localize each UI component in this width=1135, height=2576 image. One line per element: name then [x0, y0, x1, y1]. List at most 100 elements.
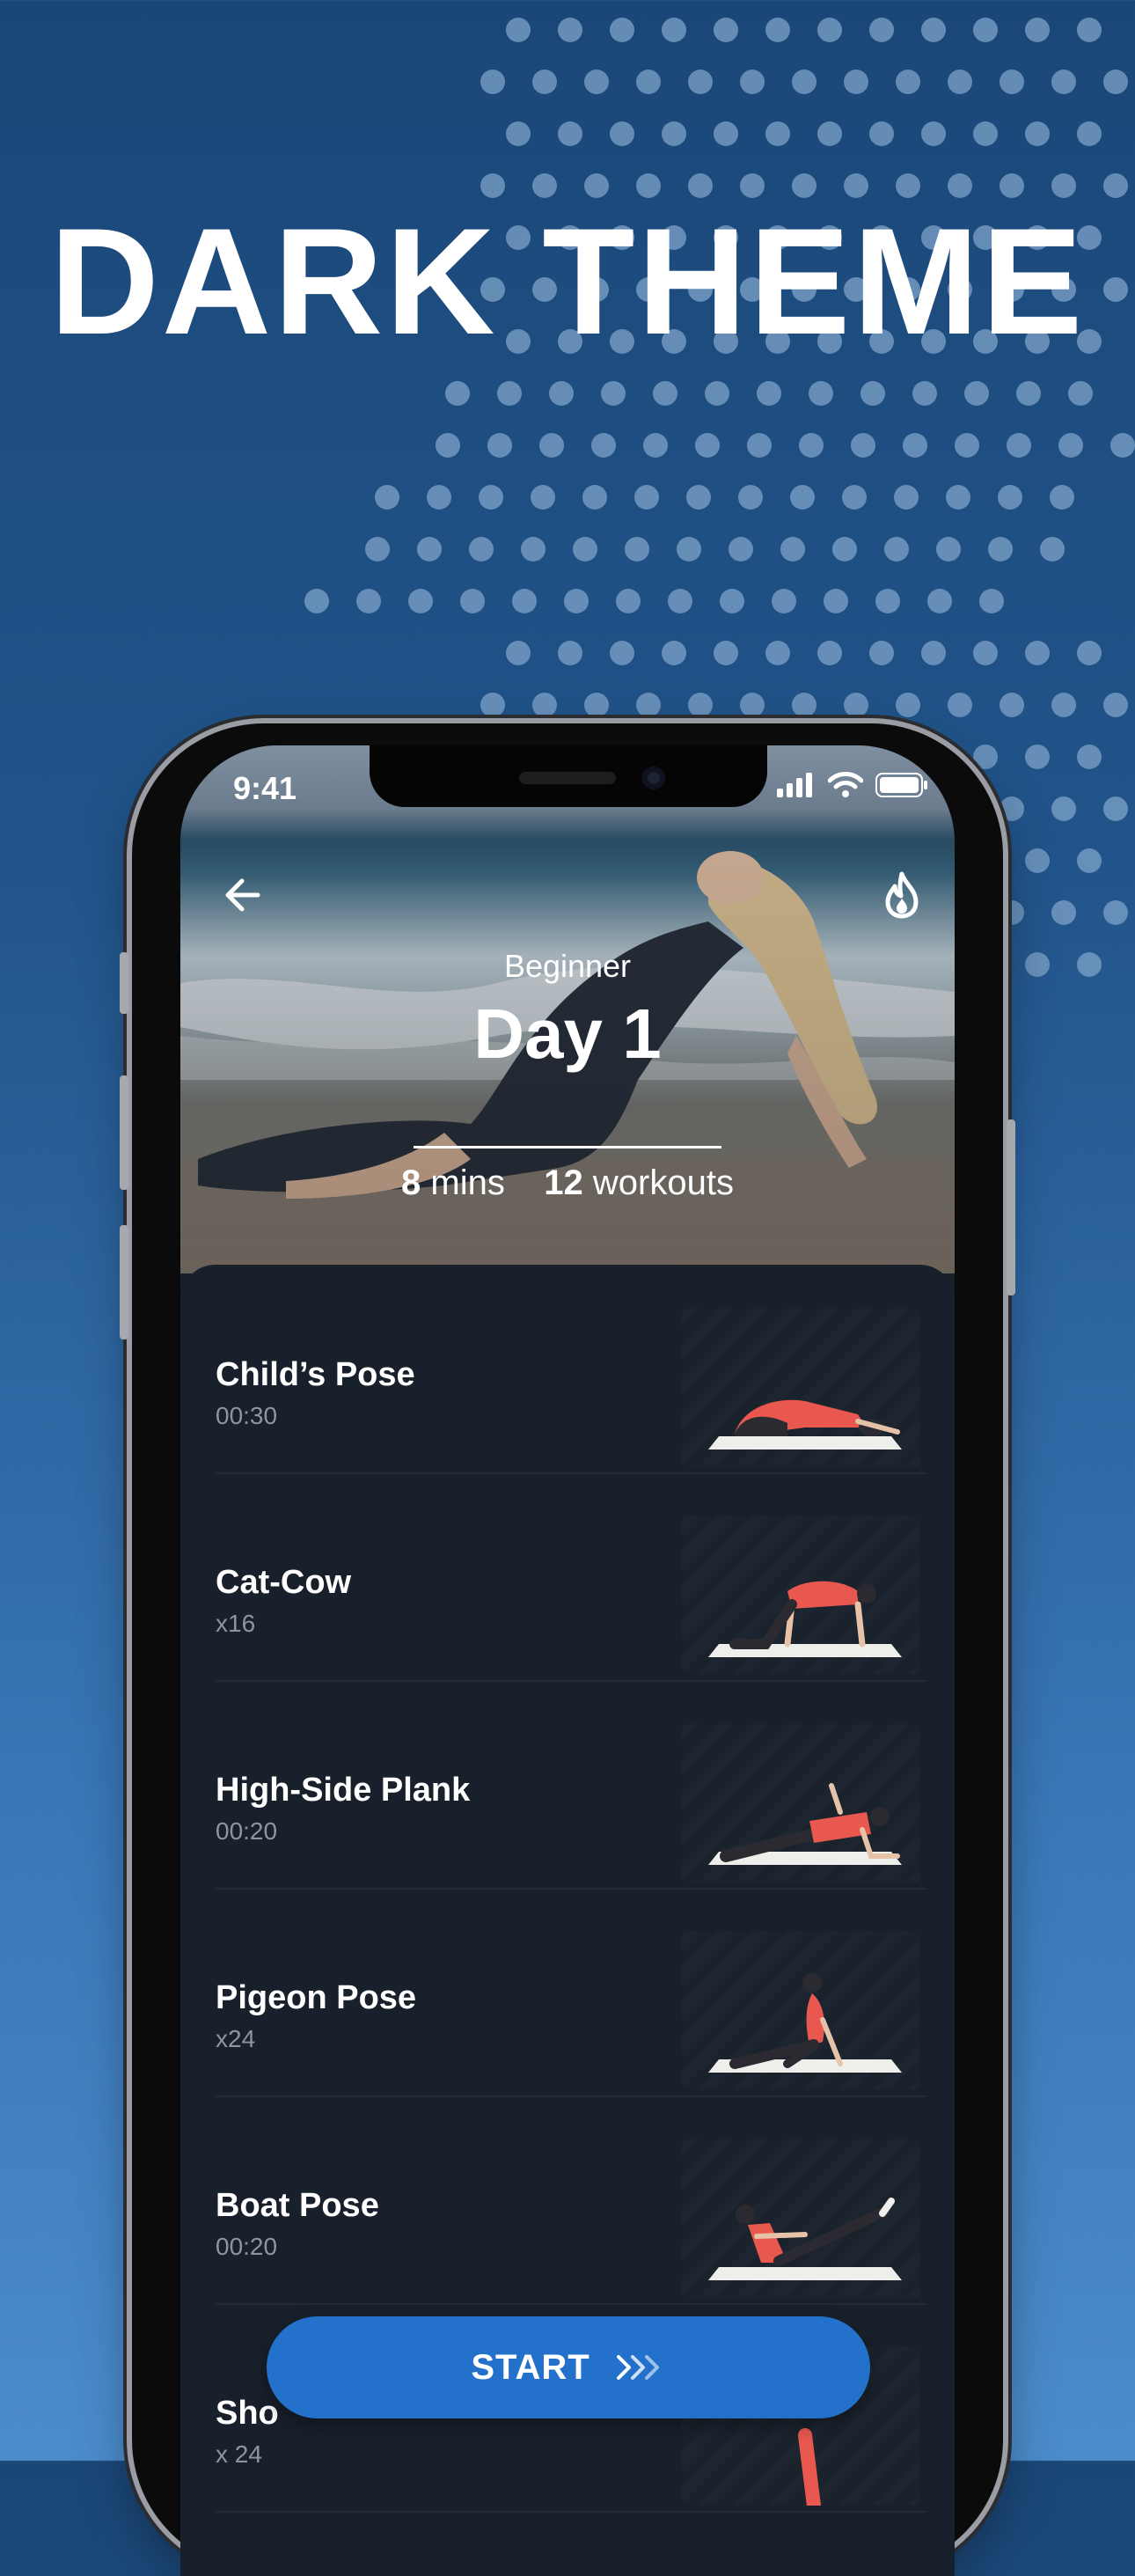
- exercise-thumbnail: [682, 1516, 919, 1675]
- decorative-dot: [927, 589, 952, 613]
- decorative-dot: [625, 537, 649, 561]
- decorative-dot: [497, 381, 522, 406]
- decorative-dot: [998, 485, 1022, 510]
- decorative-dot: [636, 693, 661, 717]
- exercise-name: Pigeon Pose: [216, 1979, 417, 2016]
- exercise-detail: x16: [216, 1610, 256, 1637]
- decorative-dot: [765, 121, 790, 146]
- decorative-dot: [792, 693, 816, 717]
- decorative-dot: [1025, 848, 1050, 873]
- decorative-dot: [436, 433, 460, 458]
- workouts-value: 12: [544, 1163, 583, 1202]
- workouts-unit: workouts: [592, 1163, 734, 1202]
- decorative-dot: [1000, 900, 1024, 925]
- exercise-name: Boat Pose: [216, 2187, 379, 2224]
- decorative-dot: [757, 381, 781, 406]
- decorative-dot: [988, 537, 1013, 561]
- decorative-dot: [869, 641, 894, 665]
- decorative-dot: [780, 537, 805, 561]
- volume-up-button: [120, 1075, 128, 1190]
- high-side-plank-illustration: [708, 1783, 902, 1865]
- decorative-dot: [765, 18, 790, 42]
- decorative-dot: [817, 641, 842, 665]
- decorative-dot: [1025, 745, 1050, 769]
- decorative-dot: [1077, 18, 1102, 42]
- decorative-dot: [356, 589, 381, 613]
- decorative-dot: [946, 485, 970, 510]
- decorative-dot: [616, 589, 641, 613]
- exercise-row-cat-cow[interactable]: Cat-Cow x16: [216, 1472, 926, 1682]
- decorative-dot: [799, 433, 824, 458]
- camera-notch: [370, 745, 767, 807]
- decorative-dot: [531, 485, 555, 510]
- decorative-dot: [636, 70, 661, 94]
- promo-headline: DARK THEME: [49, 197, 1086, 366]
- decorative-dot: [408, 589, 433, 613]
- decorative-dot: [564, 589, 589, 613]
- back-button[interactable]: [216, 869, 268, 921]
- decorative-dot: [875, 589, 900, 613]
- exercise-row-pigeon-pose[interactable]: Pigeon Pose x24: [216, 1888, 926, 2097]
- decorative-dot: [549, 381, 574, 406]
- decorative-dot: [662, 121, 686, 146]
- wifi-icon: [828, 772, 863, 797]
- decorative-dot: [558, 641, 582, 665]
- decorative-dot: [921, 641, 946, 665]
- decorative-dot: [1103, 693, 1128, 717]
- header-divider: [414, 1146, 721, 1149]
- decorative-dot: [1051, 796, 1076, 821]
- decorative-dot: [765, 641, 790, 665]
- decorative-dot: [1051, 693, 1076, 717]
- status-time: 9:41: [233, 770, 297, 806]
- decorative-dot: [610, 641, 634, 665]
- decorative-dot: [1025, 641, 1050, 665]
- exercise-name: High-Side Plank: [216, 1772, 471, 1809]
- streak-button[interactable]: [875, 869, 928, 921]
- decorative-dot: [824, 589, 848, 613]
- decorative-dot: [772, 589, 796, 613]
- decorative-dot: [512, 589, 537, 613]
- exercise-row-childs-pose[interactable]: Child’s Pose 00:30: [216, 1265, 926, 1474]
- chevrons-right-icon: [616, 2355, 659, 2380]
- decorative-dot: [532, 693, 557, 717]
- arrow-left-icon: [225, 878, 260, 912]
- signal-icon: [777, 773, 812, 797]
- decorative-dot: [643, 433, 668, 458]
- exercise-row-high-side-plank[interactable]: High-Side Plank 00:20: [216, 1680, 926, 1890]
- decorative-dot: [688, 693, 713, 717]
- decorative-dot: [365, 537, 390, 561]
- decorative-dot: [1077, 848, 1102, 873]
- status-icons: [777, 772, 928, 798]
- decorative-dot: [921, 18, 946, 42]
- decorative-dot: [738, 485, 763, 510]
- exercise-row-boat-pose[interactable]: Boat Pose 00:20: [216, 2095, 926, 2305]
- decorative-dot: [662, 641, 686, 665]
- decorative-dot: [714, 121, 738, 146]
- app-screen: 9:41 Beginner Day 1 8 mins 12 workouts C…: [180, 745, 955, 2576]
- decorative-dot: [1103, 70, 1128, 94]
- decorative-dot: [460, 589, 485, 613]
- decorative-dot: [427, 485, 451, 510]
- exercise-thumbnail: [682, 2139, 919, 2298]
- decorative-dot: [1077, 121, 1102, 146]
- decorative-dot: [610, 18, 634, 42]
- decorative-dot: [558, 18, 582, 42]
- decorative-dot: [653, 381, 677, 406]
- decorative-dot: [445, 381, 470, 406]
- decorative-dot: [469, 537, 494, 561]
- decorative-dot: [809, 381, 833, 406]
- decorative-dot: [688, 70, 713, 94]
- decorative-dot: [936, 537, 961, 561]
- decorative-dot: [714, 18, 738, 42]
- speaker-grille: [519, 772, 616, 784]
- decorative-dot: [894, 485, 919, 510]
- decorative-dot: [912, 381, 937, 406]
- decorative-dot: [1025, 121, 1050, 146]
- start-button[interactable]: START: [267, 2316, 870, 2418]
- decorative-dot: [948, 693, 972, 717]
- decorative-dot: [487, 433, 512, 458]
- decorative-dot: [729, 537, 753, 561]
- duration-unit: mins: [430, 1163, 505, 1202]
- decorative-dot: [1103, 796, 1128, 821]
- decorative-dot: [714, 641, 738, 665]
